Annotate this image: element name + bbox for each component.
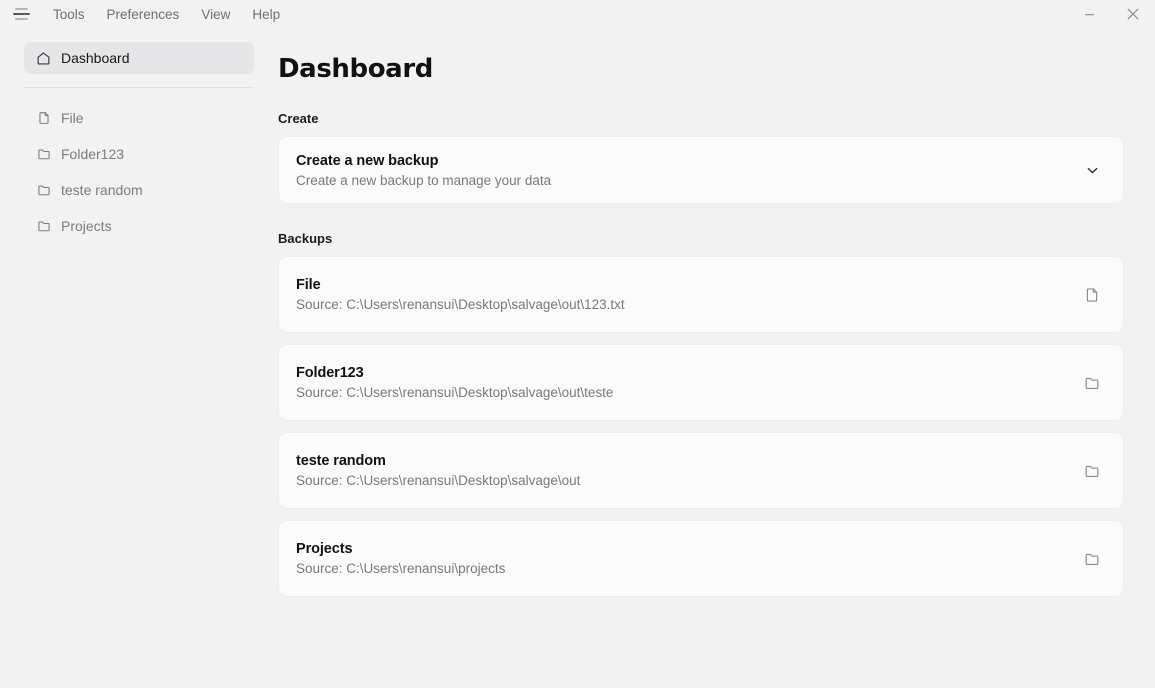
window-controls (1067, 0, 1155, 28)
backup-row-source: Source: C:\Users\renansui\Desktop\salvag… (296, 473, 581, 488)
sidebar-divider (24, 87, 254, 88)
chevron-down-icon[interactable] (1079, 157, 1105, 183)
folder-icon (36, 183, 51, 198)
minimize-button[interactable] (1067, 0, 1111, 28)
folder-icon (36, 147, 51, 162)
backup-row-title: Projects (296, 541, 353, 557)
backups-section: Backups File Source: C:\Users\renansui\D… (278, 231, 1124, 597)
backups-section-label: Backups (278, 231, 333, 246)
hamburger-bar-middle (12, 13, 30, 15)
backup-row-teste-random[interactable]: teste random Source: C:\Users\renansui\D… (278, 432, 1124, 509)
menu-item-help[interactable]: Help (241, 3, 291, 26)
close-button[interactable] (1111, 0, 1155, 28)
backup-row-text: Projects Source: C:\Users\renansui\proje… (296, 541, 1065, 576)
file-icon[interactable] (1079, 282, 1105, 308)
folder-icon[interactable] (1079, 370, 1105, 396)
menubar: Tools Preferences View Help (42, 3, 291, 26)
backup-row-source: Source: C:\Users\renansui\Desktop\salvag… (296, 385, 614, 400)
backup-row-text: File Source: C:\Users\renansui\Desktop\s… (296, 277, 1065, 312)
hamburger-bar-top (14, 8, 28, 10)
folder-icon (36, 219, 51, 234)
page-title: Dashboard (278, 54, 433, 84)
hamburger-icon[interactable] (8, 1, 34, 27)
close-icon (1127, 8, 1139, 20)
backup-row-text: teste random Source: C:\Users\renansui\D… (296, 453, 1065, 488)
backup-row-projects[interactable]: Projects Source: C:\Users\renansui\proje… (278, 520, 1124, 597)
sidebar-item-projects[interactable]: Projects (24, 210, 254, 242)
sidebar-item-label: File (61, 110, 84, 126)
create-backup-card-title: Create a new backup (296, 152, 439, 169)
backup-row-file[interactable]: File Source: C:\Users\renansui\Desktop\s… (278, 256, 1124, 333)
backup-row-title: teste random (296, 453, 386, 469)
backup-row-source: Source: C:\Users\renansui\Desktop\salvag… (296, 297, 625, 312)
file-icon (36, 111, 51, 126)
sidebar-nav-list: File Folder123 teste random Projects (24, 102, 254, 242)
sidebar-item-dashboard[interactable]: Dashboard (24, 42, 254, 74)
menu-item-tools[interactable]: Tools (42, 3, 96, 26)
sidebar-item-teste-random[interactable]: teste random (24, 174, 254, 206)
home-icon (36, 51, 51, 66)
menu-item-preferences[interactable]: Preferences (96, 3, 191, 26)
hamburger-bar-bottom (14, 18, 28, 20)
sidebar: Dashboard File Folder123 teste random Pr… (0, 28, 278, 688)
folder-icon[interactable] (1079, 458, 1105, 484)
sidebar-item-label: Folder123 (61, 146, 125, 162)
main-content: Dashboard Create Create a new backup Cre… (278, 28, 1155, 688)
app-shell: Dashboard File Folder123 teste random Pr… (0, 28, 1155, 688)
titlebar: Tools Preferences View Help (0, 0, 1155, 28)
create-section: Create Create a new backup Create a new … (278, 111, 1124, 204)
create-backup-card[interactable]: Create a new backup Create a new backup … (278, 136, 1124, 204)
backup-row-folder123[interactable]: Folder123 Source: C:\Users\renansui\Desk… (278, 344, 1124, 421)
backup-row-text: Folder123 Source: C:\Users\renansui\Desk… (296, 365, 1065, 400)
sidebar-item-label: Dashboard (61, 50, 130, 66)
backup-row-title: Folder123 (296, 365, 364, 381)
sidebar-item-label: Projects (61, 218, 112, 234)
create-section-label: Create (278, 111, 319, 126)
create-backup-card-text: Create a new backup Create a new backup … (296, 153, 1065, 188)
backup-list: File Source: C:\Users\renansui\Desktop\s… (278, 256, 1124, 597)
sidebar-item-folder123[interactable]: Folder123 (24, 138, 254, 170)
sidebar-item-label: teste random (61, 182, 143, 198)
folder-icon[interactable] (1079, 546, 1105, 572)
minimize-icon (1084, 13, 1094, 15)
backup-row-title: File (296, 277, 321, 293)
create-backup-card-subtitle: Create a new backup to manage your data (296, 172, 552, 188)
sidebar-item-file[interactable]: File (24, 102, 254, 134)
backup-row-source: Source: C:\Users\renansui\projects (296, 561, 506, 576)
menu-item-view[interactable]: View (190, 3, 241, 26)
